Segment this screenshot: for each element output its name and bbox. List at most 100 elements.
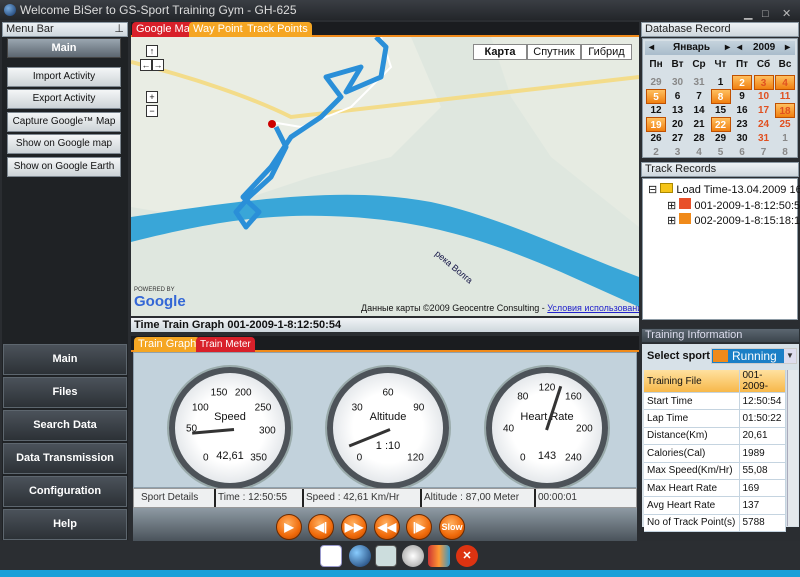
fast-forward-button[interactable]: ▶▶: [341, 514, 367, 540]
calendar-day[interactable]: 30: [732, 131, 752, 146]
calendar-day[interactable]: 30: [668, 75, 688, 90]
calendar-day[interactable]: 6: [732, 145, 752, 160]
calendar-day[interactable]: 4: [689, 145, 709, 160]
tree-root[interactable]: ⊟ Load Time-13.04.2009 16:: [648, 183, 800, 196]
training-row[interactable]: Training File 001-2009-: [644, 370, 786, 393]
pin-icon[interactable]: ⊥: [114, 23, 124, 36]
calendar-day[interactable]: 25: [775, 117, 795, 132]
calendar-day[interactable]: 31: [754, 131, 774, 146]
prev-month-button[interactable]: ◂: [649, 41, 654, 55]
month-label[interactable]: Январь: [673, 41, 710, 55]
calendar-day[interactable]: 2: [732, 75, 752, 90]
play-button[interactable]: ▶: [276, 514, 302, 540]
calendar-day[interactable]: 19: [646, 117, 666, 132]
training-scrollbar[interactable]: [787, 370, 798, 526]
tab-train-meter[interactable]: Train Meter: [196, 337, 255, 352]
pan-left-button[interactable]: ←: [140, 59, 152, 71]
calendar-day[interactable]: 9: [732, 89, 752, 104]
pan-right-button[interactable]: →: [152, 59, 164, 71]
calendar-day[interactable]: 31: [689, 75, 709, 90]
step-forward-button[interactable]: |▶: [406, 514, 432, 540]
terms-link[interactable]: Условия использования: [547, 303, 639, 313]
calendar-day[interactable]: 21: [689, 117, 709, 132]
next-year-button[interactable]: ▸: [785, 41, 790, 55]
calendar-day[interactable]: 15: [711, 103, 731, 118]
nav-files[interactable]: Files: [3, 377, 127, 408]
pan-up-button[interactable]: ↑: [146, 45, 158, 57]
calendar-day[interactable]: 7: [689, 89, 709, 104]
main-section-button[interactable]: Main: [7, 38, 121, 58]
training-row[interactable]: Lap Time 01:50:22: [644, 409, 786, 428]
export-activity-button[interactable]: Export Activity: [7, 89, 121, 109]
calendar-day[interactable]: 5: [646, 89, 666, 104]
map-search-icon[interactable]: [375, 545, 397, 567]
calendar-day[interactable]: 6: [668, 89, 688, 104]
dropdown-arrow-icon[interactable]: ▼: [784, 349, 796, 363]
calendar-day[interactable]: 20: [668, 117, 688, 132]
calendar-day[interactable]: 18: [775, 103, 795, 118]
map-type-map[interactable]: Карта: [473, 44, 527, 60]
users-icon[interactable]: [428, 545, 450, 567]
collapse-icon[interactable]: ⊟: [648, 184, 657, 196]
expand-icon[interactable]: ⊞: [667, 200, 676, 212]
calendar-day[interactable]: 23: [732, 117, 752, 132]
calendar-day[interactable]: 1: [711, 75, 731, 90]
magnifier-icon[interactable]: [402, 545, 424, 567]
prev-year-button[interactable]: ◂: [737, 41, 742, 55]
calendar-day[interactable]: 7: [754, 145, 774, 160]
calendar-day[interactable]: 27: [668, 131, 688, 146]
calendar-day[interactable]: 28: [689, 131, 709, 146]
zoom-out-button[interactable]: −: [146, 105, 158, 117]
nav-configuration[interactable]: Configuration: [3, 476, 127, 507]
training-row[interactable]: Max Heart Rate 169: [644, 479, 786, 498]
step-back-button[interactable]: ◀|: [308, 514, 334, 540]
calendar-day[interactable]: 26: [646, 131, 666, 146]
maximize-button[interactable]: □: [762, 4, 769, 24]
calendar-day[interactable]: 14: [689, 103, 709, 118]
calendar-day[interactable]: 11: [775, 89, 795, 104]
training-row[interactable]: Start Time 12:50:54: [644, 392, 786, 411]
show-on-google-map-button[interactable]: Show on Google map: [7, 134, 121, 154]
year-label[interactable]: 2009: [753, 41, 775, 55]
calendar-day[interactable]: 17: [754, 103, 774, 118]
calendar-day[interactable]: 12: [646, 103, 666, 118]
rewind-button[interactable]: ◀◀: [374, 514, 400, 540]
new-file-icon[interactable]: [320, 545, 342, 567]
training-row[interactable]: Calories(Cal) 1989: [644, 444, 786, 463]
map-type-satellite[interactable]: Спутник: [527, 44, 581, 60]
exit-icon[interactable]: ✕: [456, 545, 478, 567]
track-item[interactable]: ⊞ 001-2009-1-8:12:50:54: [667, 198, 800, 212]
calendar-day[interactable]: 8: [775, 145, 795, 160]
calendar-day[interactable]: 3: [668, 145, 688, 160]
calendar-day[interactable]: 5: [711, 145, 731, 160]
minimize-button[interactable]: ▁: [744, 4, 752, 24]
calendar-day[interactable]: 2: [646, 145, 666, 160]
nav-search-data[interactable]: Search Data: [3, 410, 127, 441]
google-map[interactable]: ↑ ← → + − река Волга POWERED BY Google Д…: [131, 37, 639, 316]
calendar-day[interactable]: 22: [710, 117, 731, 132]
calendar-day[interactable]: 4: [775, 75, 795, 90]
calendar-day[interactable]: 24: [754, 117, 774, 132]
tab-train-graph[interactable]: Train Graph: [134, 337, 201, 352]
training-row[interactable]: Distance(Km) 20,61: [644, 427, 786, 446]
nav-data-transmission[interactable]: Data Transmission: [3, 443, 127, 474]
training-row[interactable]: No of Track Point(s) 5788: [644, 514, 786, 533]
capture-google-map-button[interactable]: Capture Google™ Map: [7, 112, 121, 132]
sport-select[interactable]: Running ▼: [711, 348, 797, 364]
zoom-in-button[interactable]: +: [146, 91, 158, 103]
nav-main[interactable]: Main: [3, 344, 127, 375]
calendar-day[interactable]: 29: [646, 75, 666, 90]
close-button[interactable]: ✕: [782, 4, 791, 24]
calendar-day[interactable]: 8: [710, 89, 731, 104]
training-row[interactable]: Max Speed(Km/Hr) 55,08: [644, 462, 786, 480]
slow-button[interactable]: Slow: [439, 514, 465, 540]
expand-icon[interactable]: ⊞: [667, 215, 676, 227]
show-on-google-earth-button[interactable]: Show on Google Earth: [7, 157, 121, 177]
track-item[interactable]: ⊞ 002-2009-1-8:15:18:11: [667, 213, 800, 227]
tab-track-points[interactable]: Track Points: [243, 22, 312, 37]
training-row[interactable]: Avg Heart Rate 137: [644, 496, 786, 515]
map-type-hybrid[interactable]: Гибрид: [581, 44, 632, 60]
globe-icon[interactable]: [349, 545, 371, 567]
next-month-button[interactable]: ▸: [725, 41, 730, 55]
nav-help[interactable]: Help: [3, 509, 127, 540]
